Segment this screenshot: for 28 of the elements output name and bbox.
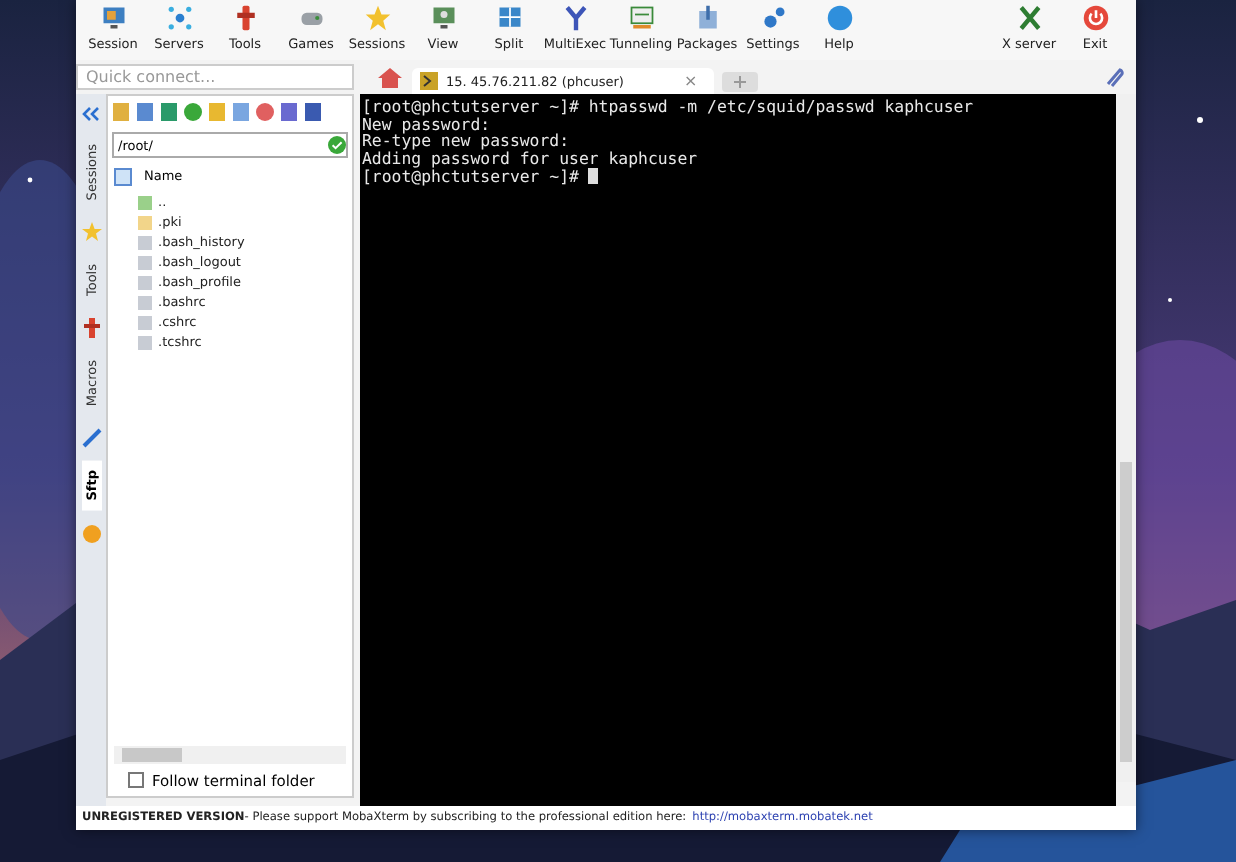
home-icon[interactable] [376,66,404,90]
paperclip-icon[interactable] [1104,66,1124,88]
package-icon [693,4,721,32]
select-all-icon[interactable] [114,167,132,185]
checkbox[interactable] [128,772,144,788]
terminal-icon [420,72,438,90]
monitor-icon [99,4,127,32]
check-icon[interactable] [328,136,346,154]
new-tab-button[interactable] [721,72,758,92]
collapse-icon[interactable] [82,106,100,122]
network-icon [165,4,193,32]
monitor-icon [429,4,457,32]
terminal-line: Re-type new password: [362,132,572,151]
fork-icon [561,4,589,32]
file-icon[interactable] [232,102,250,122]
x-icon [1015,4,1043,32]
terminal-line: [root@phctutserver ~]# [362,167,1114,186]
star-icon [363,4,391,32]
quick-connect-field[interactable]: Quick connect... [76,64,354,90]
horizontal-scrollbar[interactable] [114,746,346,764]
terminal-line: New password: [362,115,491,133]
cursor [588,167,599,184]
close-tab-button[interactable]: × [683,72,698,90]
terminal-line: [root@phctutserver ~]# htpasswd -m /etc/squid/passwd kaphcuser [362,98,976,116]
terminal-line: Adding password for user kaphcuser [362,150,700,168]
up-folder-icon [138,195,152,209]
pen-icon [81,428,101,449]
star-icon [81,222,101,243]
